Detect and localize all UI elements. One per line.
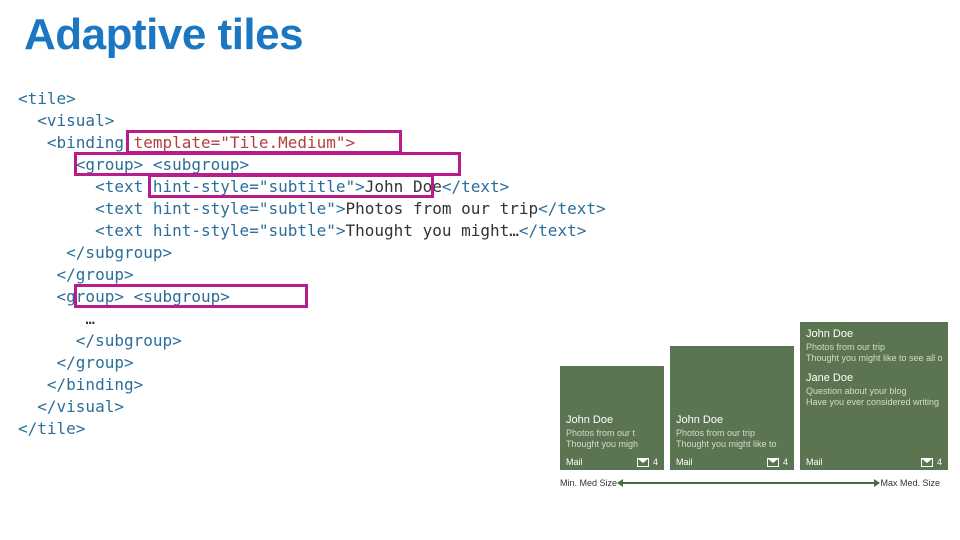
tile-app-label: Mail [806, 457, 823, 467]
tile-preview: Thought you might like to see all o [806, 353, 942, 363]
tile-preview: Thought you might like to [676, 439, 788, 449]
xml-code-block: <tile> <visual> <binding template="Tile.… [18, 88, 606, 440]
tile-preview-row: John Doe Photos from our t Thought you m… [560, 322, 948, 470]
min-size-label: Min. Med Size [560, 478, 617, 488]
tile-sender: John Doe [676, 414, 788, 426]
mail-icon [637, 458, 649, 467]
tile-app-label: Mail [566, 457, 583, 467]
tile-subject: Photos from our trip [676, 428, 788, 438]
tile-small: John Doe Photos from our t Thought you m… [560, 366, 664, 470]
double-arrow-icon [621, 482, 876, 484]
tile-subject: Photos from our t [566, 428, 658, 438]
tile-badge: 4 [767, 457, 788, 467]
slide-title: Adaptive tiles [0, 0, 960, 60]
tile-subject2: Question about your blog [806, 386, 942, 396]
tile-large: John Doe Photos from our trip Thought yo… [800, 322, 948, 470]
tile-sender: John Doe [806, 328, 942, 340]
size-range-arrow: Min. Med Size Max Med. Size [560, 478, 940, 488]
tile-sender: John Doe [566, 414, 658, 426]
mail-icon [767, 458, 779, 467]
tile-preview2: Have you ever considered writing a [806, 397, 942, 407]
tile-preview: Thought you migh [566, 439, 658, 449]
max-size-label: Max Med. Size [880, 478, 940, 488]
tile-badge: 4 [921, 457, 942, 467]
mail-icon [921, 458, 933, 467]
tile-app-label: Mail [676, 457, 693, 467]
tile-sender2: Jane Doe [806, 372, 942, 384]
tile-badge: 4 [637, 457, 658, 467]
tile-subject: Photos from our trip [806, 342, 942, 352]
tile-medium: John Doe Photos from our trip Thought yo… [670, 346, 794, 470]
